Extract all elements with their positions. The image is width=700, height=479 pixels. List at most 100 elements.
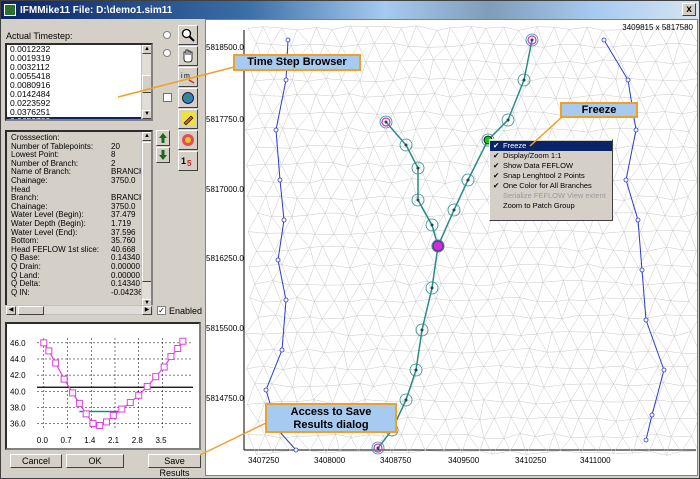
mesh-edge xyxy=(595,367,604,385)
mesh-edge xyxy=(322,162,334,180)
radio-option-2[interactable] xyxy=(163,49,171,57)
context-menu-item[interactable]: ✔ Show Data FEFLOW xyxy=(490,161,612,171)
mesh-edge xyxy=(281,148,291,165)
map-xtick-label: 3409500 xyxy=(448,456,480,465)
scroll-left-arrow-icon[interactable]: ◀ xyxy=(6,306,16,315)
mesh-edge xyxy=(254,179,267,197)
mesh-edge xyxy=(471,26,486,29)
mesh-edge xyxy=(535,47,545,65)
mesh-edge xyxy=(657,179,664,197)
number-tool-button[interactable]: 15 xyxy=(178,151,198,171)
mesh-edge xyxy=(520,335,530,349)
pan-tool-button[interactable] xyxy=(178,46,198,66)
mesh-edge xyxy=(623,251,630,268)
mesh-edge xyxy=(602,421,617,437)
mesh-edge xyxy=(449,214,463,232)
globe-tool-button[interactable] xyxy=(178,88,198,108)
mesh-edge xyxy=(348,93,357,113)
mesh-edge xyxy=(313,385,327,400)
zoom-tool-button[interactable] xyxy=(178,25,198,45)
mesh-edge xyxy=(427,317,438,333)
mesh-edge xyxy=(324,351,344,353)
mesh-edge xyxy=(375,301,386,316)
mesh-edge xyxy=(613,180,625,201)
mesh-edge xyxy=(509,44,520,64)
mesh-edge xyxy=(666,451,682,456)
mesh-edge xyxy=(338,384,353,404)
mesh-edge xyxy=(381,231,391,249)
scroll-up-arrow-icon[interactable]: ▲ xyxy=(142,45,151,54)
enabled-checkbox[interactable]: ✓ xyxy=(157,306,166,315)
mesh-edge xyxy=(402,285,410,303)
selected-junction-node[interactable] xyxy=(432,240,444,252)
context-menu-item[interactable]: ✔ One Color for All Branches xyxy=(490,181,612,191)
map-context-menu[interactable]: ✔ Freeze ✔ Display/Zoom 1:1 ✔ Show Data FEFLO… xyxy=(489,139,613,221)
mesh-edge xyxy=(394,315,411,319)
mesh-edge xyxy=(596,247,614,251)
move-up-button[interactable] xyxy=(156,130,170,146)
mesh-edge xyxy=(664,300,671,315)
scroll-down-arrow-icon[interactable]: ▼ xyxy=(142,110,151,119)
mesh-edge xyxy=(468,42,478,61)
mesh-edge xyxy=(436,298,451,301)
mesh-edge xyxy=(271,196,281,217)
info-scroll-up-icon[interactable]: ▲ xyxy=(142,132,151,141)
info-hscrollbar[interactable]: ◀ ▶ xyxy=(5,305,153,315)
mesh-edge xyxy=(468,366,484,368)
mesh-edge xyxy=(511,416,528,420)
pencil-tool-button[interactable] xyxy=(178,109,198,129)
mesh-edge xyxy=(672,385,684,402)
mesh-edge xyxy=(537,247,547,265)
mesh-edge xyxy=(468,59,486,62)
mesh-edge xyxy=(536,366,553,368)
info-scrollbar[interactable]: ▲ ▼ xyxy=(141,132,151,308)
timestep-list[interactable]: 0.0012232 0.0019319 0.0032112 0.0055418 0.00… xyxy=(5,43,153,121)
color-swatch-icon[interactable] xyxy=(163,93,172,102)
mesh-edge xyxy=(647,251,657,265)
hand-icon xyxy=(183,49,193,63)
mesh-edge xyxy=(613,314,629,319)
ok-button[interactable]: OK xyxy=(66,454,124,468)
timestep-scrollbar[interactable]: ▲ ▼ xyxy=(141,45,151,119)
context-menu-item[interactable]: ✔ Snap Lenghtool 2 Points xyxy=(490,171,612,181)
cancel-button[interactable]: Cancel xyxy=(10,454,62,468)
mesh-edge xyxy=(349,267,361,285)
mesh-edge xyxy=(654,95,666,112)
scroll-thumb[interactable] xyxy=(142,75,151,93)
flower-tool-button[interactable] xyxy=(178,130,198,150)
close-button[interactable]: x xyxy=(682,3,696,16)
mesh-edge xyxy=(292,214,308,217)
mesh-edge xyxy=(437,332,444,352)
context-menu-item[interactable]: Zoom to Patch Group xyxy=(490,201,612,211)
mesh-edge xyxy=(296,128,316,132)
mesh-edge xyxy=(475,233,488,250)
mesh-edge xyxy=(279,196,298,199)
mesh-edge xyxy=(331,264,351,269)
context-menu-item[interactable]: ✔ Display/Zoom 1:1 xyxy=(490,151,612,161)
mesh-edge xyxy=(628,78,646,81)
mesh-edge xyxy=(351,200,357,217)
context-menu-item[interactable]: ✔ Freeze xyxy=(490,141,612,151)
timestep-item[interactable]: 0.0650780 xyxy=(7,117,151,119)
scroll-right-arrow-icon[interactable]: ▶ xyxy=(142,306,152,315)
mesh-edge xyxy=(383,248,391,267)
mesh-edge xyxy=(296,163,311,184)
move-down-button[interactable] xyxy=(156,147,170,163)
mesh-edge xyxy=(257,302,263,318)
mesh-edge xyxy=(530,316,546,319)
mesh-edge xyxy=(341,113,349,128)
mesh-edge xyxy=(619,128,633,146)
mesh-edge xyxy=(672,216,682,231)
hscroll-thumb[interactable] xyxy=(18,306,44,315)
save-results-button[interactable]: Save Results xyxy=(148,454,201,478)
mesh-edge xyxy=(615,79,621,98)
mesh-edge xyxy=(296,332,308,350)
info-scroll-thumb[interactable] xyxy=(142,142,151,282)
mesh-edge xyxy=(333,234,344,247)
mesh-edge xyxy=(435,264,453,269)
mesh-edge xyxy=(627,62,637,79)
boundary-node xyxy=(623,177,629,183)
radio-option-1[interactable] xyxy=(163,31,171,39)
label-tool-button[interactable]: im xyxy=(178,67,198,87)
mesh-edge xyxy=(450,300,463,319)
